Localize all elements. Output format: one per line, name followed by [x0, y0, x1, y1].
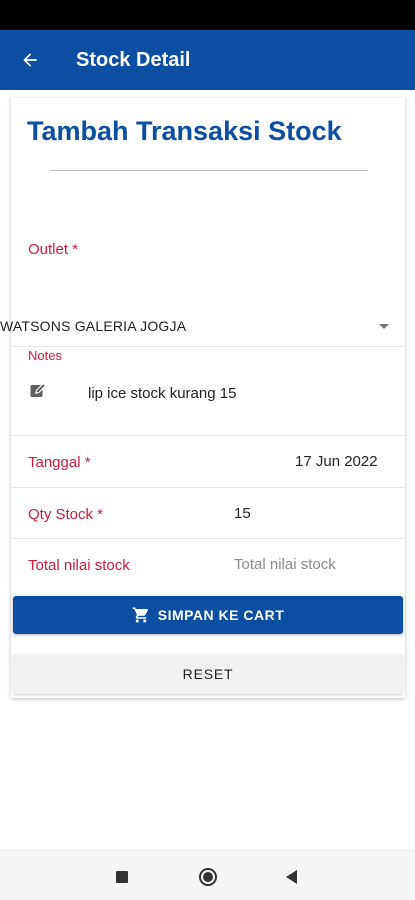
reset-button-label: RESET	[182, 666, 234, 682]
title-divider	[50, 170, 368, 171]
nav-back-icon[interactable]	[286, 870, 297, 884]
system-nav-bar	[0, 850, 415, 900]
qty-label: Qty Stock *	[28, 506, 104, 523]
save-button-label: SIMPAN KE CART	[157, 607, 285, 623]
back-button[interactable]	[0, 30, 60, 90]
divider	[11, 435, 405, 436]
divider	[11, 346, 405, 347]
form-card: Tambah Transaksi Stock Outlet * WATSONS …	[0, 98, 405, 698]
outlet-select[interactable]: WATSONS GALERIA JOGJA	[0, 312, 405, 346]
dropdown-arrow-icon	[379, 324, 389, 329]
save-to-cart-button[interactable]: SIMPAN KE CART	[13, 596, 403, 634]
notes-label: Notes	[28, 348, 62, 363]
reset-button[interactable]: RESET	[13, 654, 403, 694]
qty-input[interactable]: 15	[234, 505, 251, 522]
app-title: Stock Detail	[76, 48, 191, 71]
tanggal-input[interactable]: 17 Jun 2022	[295, 453, 378, 470]
total-label: Total nilai stock	[28, 557, 130, 574]
back-arrow-icon	[23, 53, 37, 67]
total-input[interactable]: Total nilai stock	[234, 556, 336, 573]
edit-note-icon	[30, 382, 47, 397]
outlet-selected-value: WATSONS GALERIA JOGJA	[0, 318, 187, 334]
divider	[11, 538, 405, 539]
divider	[11, 487, 405, 488]
cart-icon	[132, 606, 150, 624]
app-bar: Stock Detail	[0, 30, 415, 90]
tanggal-label: Tanggal *	[28, 454, 91, 471]
status-bar	[0, 0, 415, 30]
nav-home-icon[interactable]	[199, 868, 217, 886]
outlet-label: Outlet *	[28, 241, 79, 258]
nav-recent-icon[interactable]	[116, 871, 128, 883]
form-heading: Tambah Transaksi Stock	[27, 116, 342, 146]
notes-input[interactable]: lip ice stock kurang 15	[88, 385, 236, 402]
